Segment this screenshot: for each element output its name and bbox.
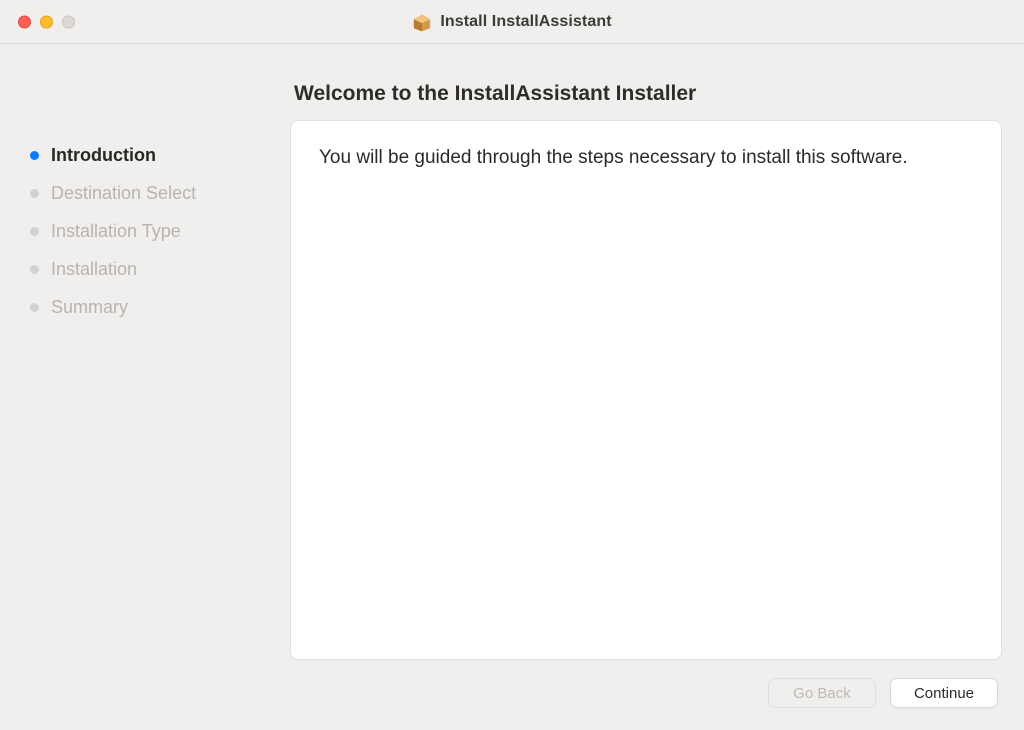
step-label: Summary [51, 297, 128, 318]
continue-button[interactable]: Continue [890, 678, 998, 708]
bullet-icon [30, 151, 39, 160]
close-window-button[interactable] [18, 15, 31, 28]
window-title-wrap: Install InstallAssistant [412, 12, 611, 32]
package-icon [412, 12, 432, 32]
bullet-icon [30, 189, 39, 198]
sidebar-step-installation-type: Installation Type [30, 212, 290, 250]
sidebar-step-summary: Summary [30, 288, 290, 326]
window-title: Install InstallAssistant [440, 13, 611, 31]
step-label: Introduction [51, 145, 156, 166]
content-area: Welcome to the InstallAssistant Installe… [290, 60, 1002, 660]
steps-sidebar: Introduction Destination Select Installa… [22, 60, 290, 660]
main-area: Introduction Destination Select Installa… [0, 44, 1024, 660]
sidebar-step-installation: Installation [30, 250, 290, 288]
sidebar-step-destination-select: Destination Select [30, 174, 290, 212]
content-panel: You will be guided through the steps nec… [290, 120, 1002, 660]
footer: Go Back Continue [0, 660, 1024, 730]
go-back-button[interactable]: Go Back [768, 678, 876, 708]
page-title: Welcome to the InstallAssistant Installe… [290, 60, 1002, 120]
step-label: Installation [51, 259, 137, 280]
window-controls [18, 15, 75, 28]
step-label: Installation Type [51, 221, 181, 242]
minimize-window-button[interactable] [40, 15, 53, 28]
zoom-window-button [62, 15, 75, 28]
bullet-icon [30, 265, 39, 274]
intro-text: You will be guided through the steps nec… [319, 145, 973, 171]
bullet-icon [30, 303, 39, 312]
sidebar-step-introduction: Introduction [30, 136, 290, 174]
bullet-icon [30, 227, 39, 236]
step-label: Destination Select [51, 183, 196, 204]
titlebar: Install InstallAssistant [0, 0, 1024, 44]
